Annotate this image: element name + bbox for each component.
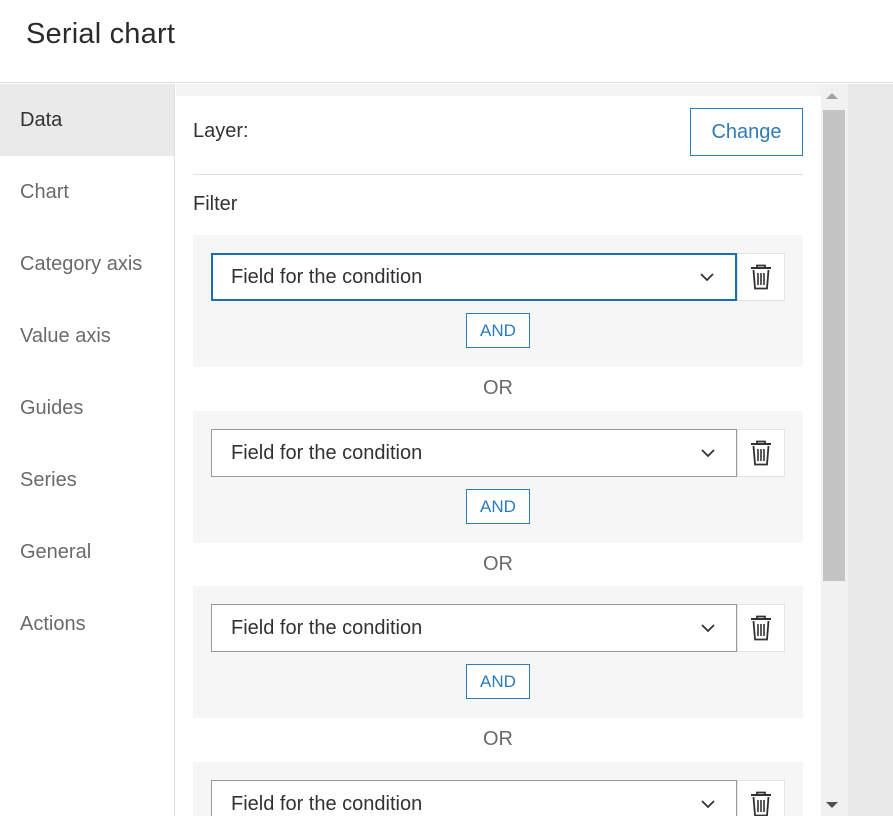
field-condition-select[interactable]: Field for the condition bbox=[211, 604, 737, 652]
scrollbar-thumb[interactable] bbox=[823, 110, 845, 581]
chevron-down-icon bbox=[701, 449, 715, 458]
change-layer-button[interactable]: Change bbox=[690, 108, 803, 156]
field-condition-value: Field for the condition bbox=[231, 441, 423, 464]
divider bbox=[193, 174, 803, 175]
sidebar-item-guides[interactable]: Guides bbox=[0, 372, 174, 444]
sidebar: Data Chart Category axis Value axis Guid… bbox=[0, 84, 175, 816]
filter-label: Filter bbox=[193, 193, 238, 215]
field-condition-value: Field for the condition bbox=[231, 616, 423, 639]
or-separator: OR bbox=[483, 728, 513, 750]
condition-group: Field for the condition AND bbox=[193, 411, 803, 543]
and-button[interactable]: AND bbox=[466, 313, 530, 348]
chevron-down-icon bbox=[700, 273, 714, 282]
and-button[interactable]: AND bbox=[466, 664, 530, 699]
chevron-down-icon bbox=[701, 800, 715, 809]
arrow-down-icon[interactable] bbox=[826, 802, 838, 808]
condition-group: Field for the condition AND bbox=[193, 586, 803, 718]
field-condition-value: Field for the condition bbox=[231, 792, 423, 815]
and-button[interactable]: AND bbox=[466, 489, 530, 524]
condition-group: Field for the condition bbox=[193, 762, 803, 816]
field-condition-value: Field for the condition bbox=[231, 265, 423, 288]
delete-condition-button[interactable] bbox=[737, 780, 785, 816]
right-panel-edge bbox=[848, 84, 893, 816]
trash-icon bbox=[751, 791, 771, 816]
layer-label: Layer: bbox=[193, 120, 249, 142]
field-condition-select[interactable]: Field for the condition bbox=[211, 253, 737, 301]
sidebar-item-chart[interactable]: Chart bbox=[0, 156, 174, 228]
sidebar-item-data[interactable]: Data bbox=[0, 84, 174, 156]
trash-icon bbox=[751, 264, 771, 290]
delete-condition-button[interactable] bbox=[737, 604, 785, 652]
or-separator: OR bbox=[483, 553, 513, 575]
field-condition-select[interactable]: Field for the condition bbox=[211, 780, 737, 816]
trash-icon bbox=[751, 440, 771, 466]
chevron-down-icon bbox=[701, 624, 715, 633]
trash-icon bbox=[751, 615, 771, 641]
condition-group: Field for the condition AND bbox=[193, 235, 803, 367]
sidebar-item-general[interactable]: General bbox=[0, 516, 174, 588]
sidebar-item-actions[interactable]: Actions bbox=[0, 588, 174, 660]
delete-condition-button[interactable] bbox=[737, 429, 785, 477]
sidebar-item-value-axis[interactable]: Value axis bbox=[0, 300, 174, 372]
arrow-up-icon[interactable] bbox=[826, 93, 838, 99]
or-separator: OR bbox=[483, 377, 513, 399]
dialog-title: Serial chart bbox=[26, 18, 176, 50]
dialog-header: Serial chart bbox=[0, 0, 893, 83]
field-condition-select[interactable]: Field for the condition bbox=[211, 429, 737, 477]
delete-condition-button[interactable] bbox=[737, 253, 785, 301]
sidebar-item-series[interactable]: Series bbox=[0, 444, 174, 516]
sidebar-item-category-axis[interactable]: Category axis bbox=[0, 228, 174, 300]
